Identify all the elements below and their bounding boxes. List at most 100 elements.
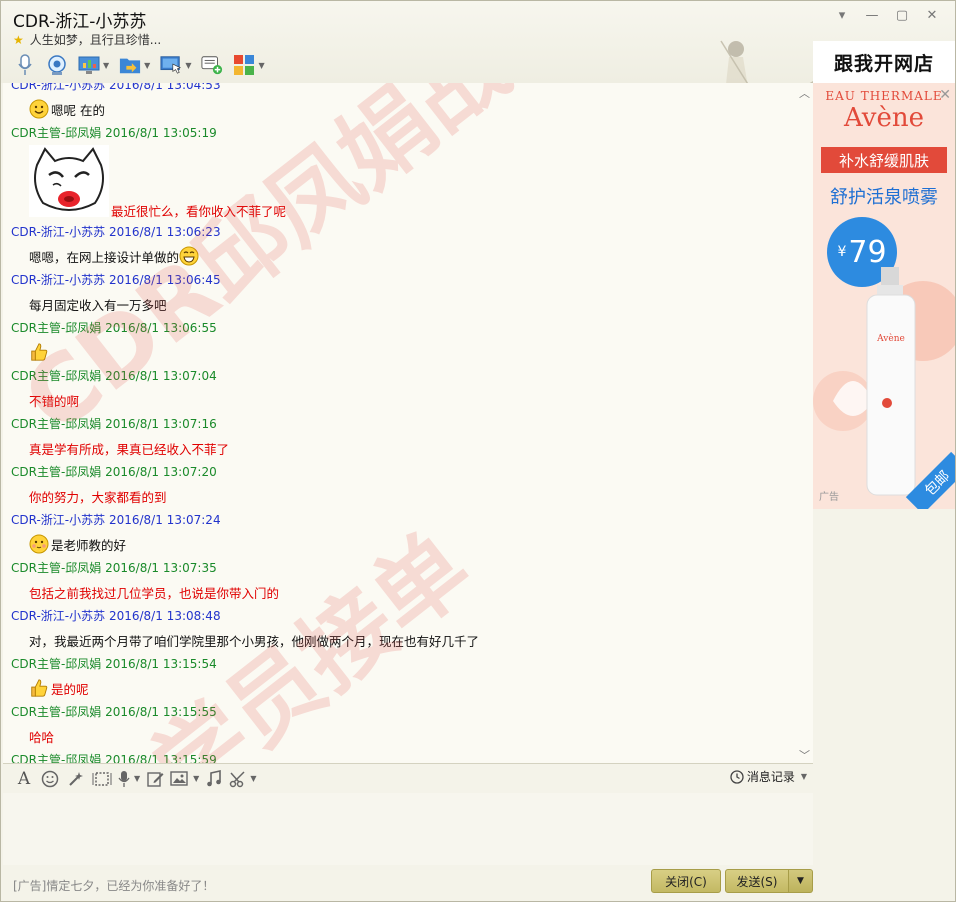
sender-name[interactable]: CDR-浙江-小苏苏 — [11, 609, 105, 623]
message-time: 2016/8/1 13:07:04 — [105, 369, 217, 383]
close-icon[interactable]: ✕ — [919, 5, 945, 25]
message-text: 包括之前我找过几位学员，也说是你带入门的 — [29, 585, 280, 601]
screen-share-button[interactable]: ▼ — [75, 51, 112, 79]
message-time: 2016/8/1 13:06:23 — [108, 225, 221, 239]
edit-icon[interactable] — [144, 767, 166, 791]
ad-text-link[interactable]: [广告]情定七夕，已经为你准备好了！ — [13, 877, 214, 894]
close-button[interactable]: 关闭(C) — [651, 869, 721, 893]
sender-name[interactable]: CDR-浙江-小苏苏 — [11, 513, 105, 527]
message-body: 你的努力，大家都看的到 — [11, 484, 813, 508]
toolbar: ▼ ▼ ▼ ▼ — [11, 51, 268, 79]
shy-emoji-icon — [29, 534, 49, 554]
sender-name[interactable]: CDR主管-邱凤娟 — [11, 321, 101, 335]
message-body: 包括之前我找过几位学员，也说是你带入门的 — [11, 580, 813, 604]
chat-history[interactable]: CDR-浙江-小苏苏 2016/8/1 13:04:53 嗯呢 在的 CDR主管-邱… — [3, 83, 813, 763]
sender-name[interactable]: CDR主管-邱凤娟 — [11, 465, 101, 479]
scissors-icon[interactable]: ▼ — [229, 767, 256, 791]
message-time: 2016/8/1 13:15:55 — [105, 705, 217, 719]
spray-bottle-image: Avène — [813, 267, 955, 496]
scroll-up-icon[interactable]: ︿ — [799, 85, 810, 101]
message-body: 嗯呢 在的 — [11, 97, 813, 121]
window-controls: ▾ — ▢ ✕ — [829, 5, 945, 25]
chevron-down-icon: ▼ — [797, 876, 804, 886]
scroll-down-icon[interactable]: ﹀ — [799, 747, 810, 763]
sender-name[interactable]: CDR主管-邱凤娟 — [11, 417, 101, 431]
send-button[interactable]: 发送(S) — [725, 869, 789, 893]
message-body: 真是学有所成，果真已经收入不菲了 — [11, 436, 813, 460]
emoji-icon[interactable] — [39, 767, 61, 791]
voice-call-button[interactable] — [11, 51, 39, 79]
message-header: CDR主管-邱凤娟 2016/8/1 13:15:55 — [11, 700, 813, 724]
file-transfer-icon — [119, 54, 141, 76]
message-time: 2016/8/1 13:06:55 — [105, 321, 217, 335]
message-time: 2016/8/1 13:07:24 — [108, 513, 221, 527]
message-input[interactable] — [3, 793, 813, 865]
image-icon[interactable]: ▼ — [170, 767, 199, 791]
message-history-label: 消息记录 — [746, 770, 795, 784]
message-header: CDR主管-邱凤娟 2016/8/1 13:06:55 — [11, 316, 813, 340]
chevron-down-icon: ▼ — [193, 774, 200, 783]
window-title: CDR-浙江-小苏苏 — [13, 12, 147, 32]
message-text: 每月固定收入有一万多吧 — [29, 297, 167, 313]
magic-wand-icon[interactable] — [65, 767, 87, 791]
ad-panel[interactable]: 跟我开网店 ✕ EAU THERMALE Avène 补水舒缓肌肤 舒护活泉喷雾… — [813, 41, 955, 509]
side-panel — [813, 509, 955, 901]
sender-name[interactable]: CDR主管-邱凤娟 — [11, 126, 101, 140]
voice-message-icon[interactable]: ▼ — [117, 767, 140, 791]
sender-name[interactable]: CDR主管-邱凤娟 — [11, 561, 101, 575]
message-text: 嗯嗯，在网上接设计单做的 — [29, 249, 180, 265]
remote-desktop-icon — [160, 54, 182, 76]
message-text: 嗯呢 在的 — [51, 102, 105, 118]
message-header: CDR主管-邱凤娟 2016/8/1 13:15:59 — [11, 748, 813, 763]
message-header: CDR主管-邱凤娟 2016/8/1 13:07:35 — [11, 556, 813, 580]
sender-name[interactable]: CDR主管-邱凤娟 — [11, 657, 101, 671]
message-text: 最近很忙么，看你收入不菲了呢 — [111, 204, 287, 219]
screenshot-icon[interactable] — [91, 767, 113, 791]
message-history-button[interactable]: 消息记录 ▼ — [730, 768, 807, 785]
remote-desktop-button[interactable]: ▼ — [157, 51, 194, 79]
message-body: 是的呢 — [11, 676, 813, 700]
grin-emoji-icon — [179, 246, 199, 266]
message-list: CDR-浙江-小苏苏 2016/8/1 13:04:53 嗯呢 在的 CDR主管-邱… — [3, 83, 813, 763]
file-transfer-button[interactable]: ▼ — [116, 51, 153, 79]
screen-share-icon — [78, 54, 100, 76]
thumbs-up-emoji-icon — [29, 678, 49, 698]
microphone-icon — [14, 54, 36, 76]
music-icon[interactable] — [203, 767, 225, 791]
message-body: 最近很忙么，看你收入不菲了呢 — [11, 145, 813, 220]
message-header: CDR主管-邱凤娟 2016/8/1 13:15:54 — [11, 652, 813, 676]
message-time: 2016/8/1 13:07:20 — [105, 465, 217, 479]
dropdown-icon[interactable]: ▾ — [829, 5, 855, 25]
signature: ★ 人生如梦，且行且珍惜... — [13, 31, 161, 48]
message-body — [11, 340, 813, 364]
message-header: CDR-浙江-小苏苏 2016/8/1 13:08:48 — [11, 604, 813, 628]
message-time: 2016/8/1 13:08:48 — [108, 609, 221, 623]
apps-button[interactable]: ▼ — [230, 51, 267, 79]
sender-name[interactable]: CDR主管-邱凤娟 — [11, 705, 101, 719]
font-icon[interactable]: A — [13, 767, 35, 791]
video-call-button[interactable] — [43, 51, 71, 79]
sender-name[interactable]: CDR-浙江-小苏苏 — [11, 273, 105, 287]
sender-name[interactable]: CDR-浙江-小苏苏 — [11, 83, 105, 92]
thumbs-up-emoji-icon — [29, 342, 49, 362]
sender-name[interactable]: CDR主管-邱凤娟 — [11, 753, 101, 763]
message-text: 对，我最近两个月带了咱们学院里那个小男孩，他刚做两个月，现在也有好几千了 — [29, 633, 480, 649]
message-body: 对，我最近两个月带了咱们学院里那个小男孩，他刚做两个月，现在也有好几千了 — [11, 628, 813, 652]
message-header: CDR主管-邱凤娟 2016/8/1 13:07:04 — [11, 364, 813, 388]
svg-text:Avène: Avène — [876, 333, 905, 344]
sender-name[interactable]: CDR主管-邱凤娟 — [11, 369, 101, 383]
message-body: 不错的啊 — [11, 388, 813, 412]
message-body: 是老师教的好 — [11, 532, 813, 556]
message-add-button[interactable] — [198, 51, 226, 79]
chevron-down-icon: ▼ — [185, 60, 192, 70]
title-bar: CDR-浙江-小苏苏 ★ 人生如梦，且行且珍惜... ▾ — ▢ ✕ ▼ ▼ ▼… — [1, 1, 955, 122]
send-options-button[interactable]: ▼ — [789, 869, 813, 893]
sticker-image — [29, 145, 109, 220]
message-text: 是老师教的好 — [51, 537, 127, 553]
message-body: 嗯嗯，在网上接设计单做的 — [11, 244, 813, 268]
bottom-bar: [广告]情定七夕，已经为你准备好了！ 关闭(C) 发送(S) ▼ — [3, 865, 813, 901]
chevron-down-icon: ▼ — [144, 60, 151, 70]
sender-name[interactable]: CDR-浙江-小苏苏 — [11, 225, 105, 239]
minimize-icon[interactable]: — — [859, 5, 885, 25]
maximize-icon[interactable]: ▢ — [889, 5, 915, 25]
